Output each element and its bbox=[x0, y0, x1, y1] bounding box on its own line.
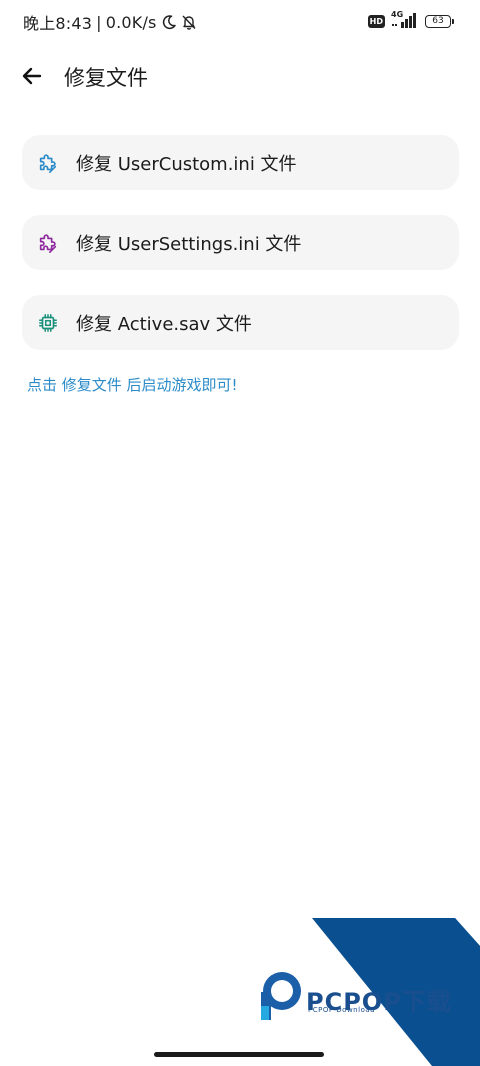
fix-usercustom-button[interactable]: 修复 UserCustom.ini 文件 bbox=[22, 135, 459, 190]
page-title: 修复文件 bbox=[64, 66, 148, 90]
status-time: 晚上8:43 bbox=[23, 14, 93, 33]
hint-text: 点击 修复文件 后启动游戏即可! bbox=[27, 376, 238, 394]
battery-cap bbox=[452, 18, 454, 24]
battery-level: 63 bbox=[432, 15, 444, 26]
hd-badge: HD bbox=[367, 14, 385, 28]
fix-list: 修复 UserCustom.ini 文件 修复 UserSettings.ini… bbox=[22, 135, 459, 375]
moon-icon bbox=[162, 15, 176, 30]
signal-icon bbox=[392, 13, 416, 28]
watermark-text: PCPOP下载 bbox=[306, 988, 452, 1016]
status-left: 晚上8:43 | 0.0K/s bbox=[23, 10, 197, 34]
fix-active-sav-label: 修复 Active.sav 文件 bbox=[76, 313, 252, 335]
pcpop-logo-icon bbox=[261, 972, 301, 1020]
status-right: HD 4G 63 bbox=[367, 10, 454, 30]
app-bar: 修复文件 bbox=[0, 52, 480, 100]
status-net-speed: 0.0K/s bbox=[105, 12, 157, 32]
fix-usercustom-label: 修复 UserCustom.ini 文件 bbox=[76, 153, 297, 175]
fix-usersettings-button[interactable]: 修复 UserSettings.ini 文件 bbox=[22, 215, 459, 270]
watermark-subtext: PCPOP Download bbox=[308, 1006, 376, 1014]
fix-active-sav-button[interactable]: 修复 Active.sav 文件 bbox=[22, 295, 459, 350]
arrow-left-icon bbox=[22, 67, 42, 85]
back-button[interactable] bbox=[16, 60, 48, 92]
status-bar: 晚上8:43 | 0.0K/s HD 4G 63 bbox=[0, 0, 480, 42]
signal-indicator: 4G bbox=[391, 10, 419, 30]
home-indicator[interactable] bbox=[154, 1052, 324, 1057]
battery-icon: 63 bbox=[425, 14, 451, 28]
puzzle-icon bbox=[36, 231, 60, 255]
chip-icon bbox=[36, 311, 60, 335]
puzzle-icon bbox=[36, 151, 60, 175]
fix-usersettings-label: 修复 UserSettings.ini 文件 bbox=[76, 233, 302, 255]
status-separator: | bbox=[96, 12, 102, 32]
bell-off-icon bbox=[182, 15, 196, 30]
